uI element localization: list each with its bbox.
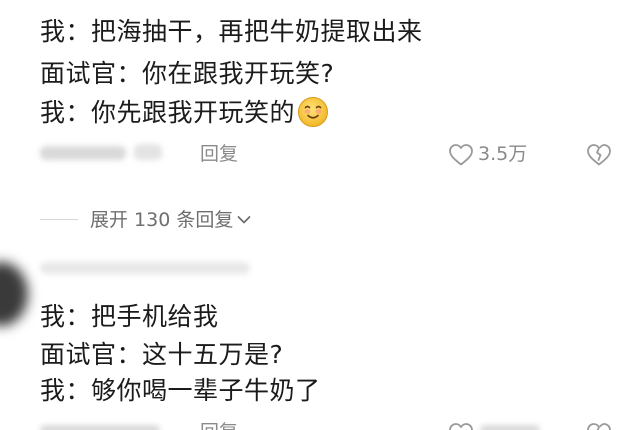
comment-line-2: 面试官：你在跟我开玩笑? xyxy=(40,59,335,88)
reply-button-1[interactable]: 回复 xyxy=(200,142,238,166)
expand-replies-label: 展开 130 条回复 xyxy=(90,209,234,231)
expand-replies-button[interactable]: 展开 130 条回复 xyxy=(90,206,251,233)
comment-thread: 我：把海抽干，再把牛奶提取出来 面试官：你在跟我开玩笑? 我：你先跟我开玩笑的 … xyxy=(0,0,640,430)
blurred-author-info xyxy=(40,425,160,430)
expand-divider xyxy=(40,219,78,220)
comment-line-3: 我：够你喝一辈子牛奶了 xyxy=(40,376,321,405)
comment-line-3-text: 我：你先跟我开玩笑的 xyxy=(40,98,296,127)
like-heart-icon[interactable] xyxy=(448,422,474,430)
comment-line-1: 我：把手机给我 xyxy=(40,302,219,331)
comment-line-1: 我：把海抽干，再把牛奶提取出来 xyxy=(40,17,423,46)
reply-button-2[interactable]: 回复 xyxy=(200,420,238,430)
dislike-broken-heart-icon[interactable] xyxy=(586,143,612,171)
blurred-author-info xyxy=(40,146,126,160)
like-heart-icon[interactable] xyxy=(448,143,474,171)
blushing-emoji-icon xyxy=(297,96,329,137)
comment-line-3: 我：你先跟我开玩笑的 xyxy=(40,96,329,137)
comment-line-2: 面试官：这十五万是? xyxy=(40,340,284,369)
blurred-timestamp xyxy=(134,144,162,160)
dislike-broken-heart-icon[interactable] xyxy=(586,422,612,430)
blurred-author-name xyxy=(40,262,250,274)
avatar[interactable] xyxy=(0,262,28,326)
blurred-like-count xyxy=(480,425,540,430)
chevron-down-icon xyxy=(237,206,251,232)
like-count: 3.5万 xyxy=(478,143,528,165)
